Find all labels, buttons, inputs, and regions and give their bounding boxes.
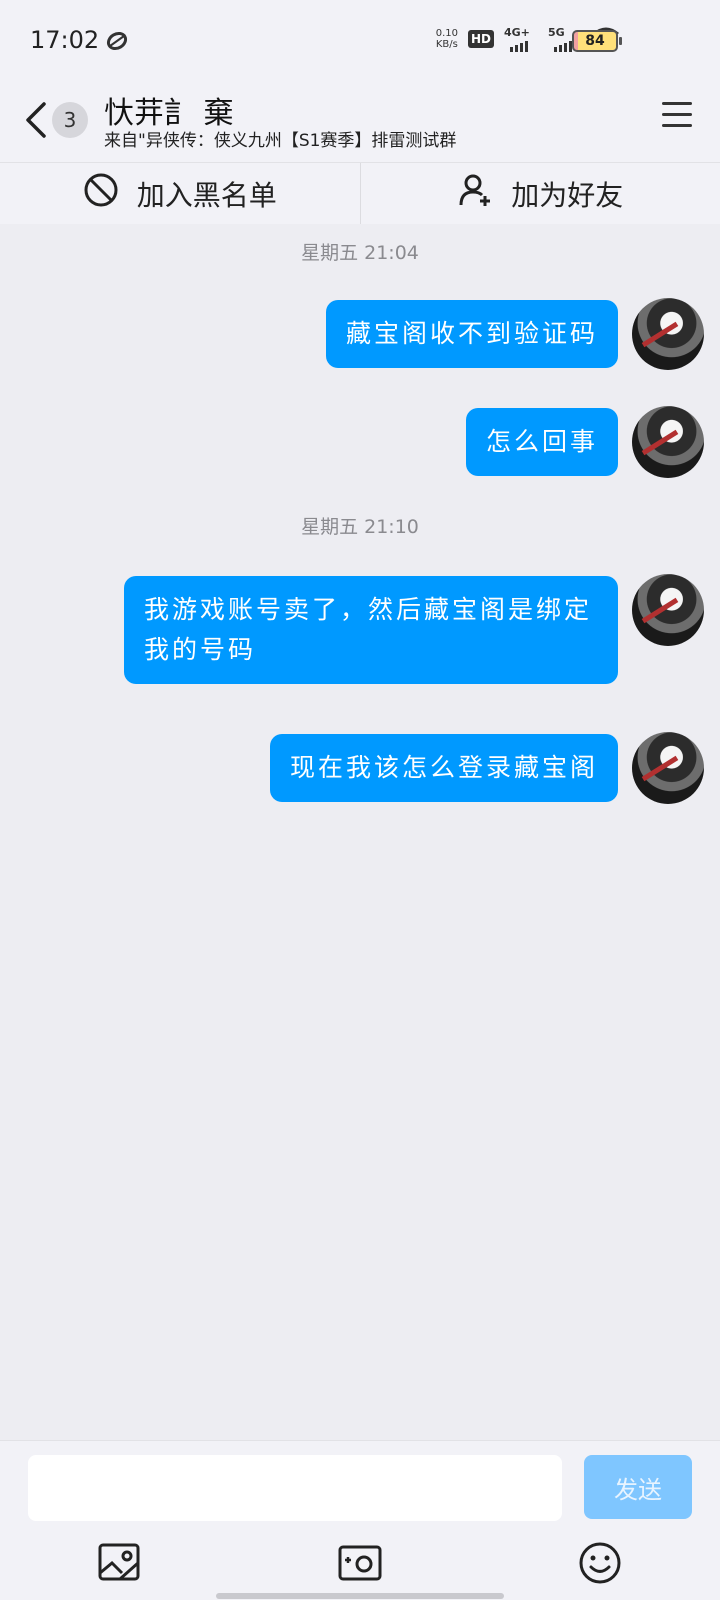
back-button[interactable]: 3 bbox=[20, 96, 90, 146]
chat-header: 3 忕茾訁 棄 来自"异侠传：侠义九州【S1赛季】排雷测试群 bbox=[0, 84, 720, 162]
image-icon[interactable] bbox=[96, 1539, 144, 1587]
avatar[interactable] bbox=[632, 732, 704, 804]
message-bubble[interactable]: 现在我该怎么登录藏宝阁 bbox=[269, 734, 618, 802]
status-bar: 17:02 0.10 KB/s HD 4G+ 5G 84 bbox=[0, 0, 720, 84]
message-bubble[interactable]: 藏宝阁收不到验证码 bbox=[325, 300, 618, 368]
avatar[interactable] bbox=[632, 298, 704, 370]
blacklist-label: 加入黑名单 bbox=[136, 178, 277, 212]
blacklist-button[interactable]: 加入黑名单 bbox=[0, 163, 360, 224]
block-icon bbox=[83, 172, 119, 215]
chat-subtitle: 来自"异侠传：侠义九州【S1赛季】排雷测试群 bbox=[104, 131, 457, 151]
menu-icon[interactable] bbox=[662, 102, 696, 132]
leaf-icon bbox=[106, 31, 128, 55]
add-friend-button[interactable]: 加为好友 bbox=[361, 163, 720, 224]
action-bar: 加入黑名单 加为好友 bbox=[0, 162, 720, 224]
timestamp: 星期五 21:04 bbox=[301, 242, 419, 264]
battery-icon: 84 bbox=[572, 30, 622, 52]
camera-icon[interactable] bbox=[336, 1539, 384, 1587]
message-bubble[interactable]: 我游戏账号卖了，然后藏宝阁是绑定我的号码 bbox=[124, 576, 618, 684]
net-4g-label: 4G+ bbox=[504, 26, 530, 39]
net-speed-value: 0.10 bbox=[435, 28, 458, 39]
signal-4g-icon: 4G+ bbox=[504, 26, 538, 52]
net-speed-unit: KB/s bbox=[435, 39, 458, 50]
status-time: 17:02 bbox=[30, 26, 100, 54]
message-bubble[interactable]: 怎么回事 bbox=[465, 408, 618, 476]
avatar[interactable] bbox=[632, 406, 704, 478]
net-5g-label: 5G bbox=[548, 26, 565, 39]
composer: 发送 bbox=[0, 1440, 720, 1600]
hd-icon: HD bbox=[467, 30, 494, 48]
message-list[interactable]: 星期五 21:04 藏宝阁收不到验证码 怎么回事 星期五 21:10 我游戏账号… bbox=[0, 224, 720, 1440]
send-button[interactable]: 发送 bbox=[584, 1455, 692, 1519]
avatar[interactable] bbox=[632, 574, 704, 646]
add-user-icon bbox=[457, 172, 493, 215]
home-indicator[interactable] bbox=[216, 1593, 504, 1599]
unread-badge: 3 bbox=[52, 102, 88, 138]
net-speed: 0.10 KB/s bbox=[436, 28, 458, 50]
message-input[interactable] bbox=[28, 1455, 562, 1521]
back-chevron-icon bbox=[24, 100, 48, 144]
emoji-icon[interactable] bbox=[576, 1539, 624, 1587]
timestamp: 星期五 21:10 bbox=[301, 516, 419, 538]
add-friend-label: 加为好友 bbox=[511, 178, 624, 212]
